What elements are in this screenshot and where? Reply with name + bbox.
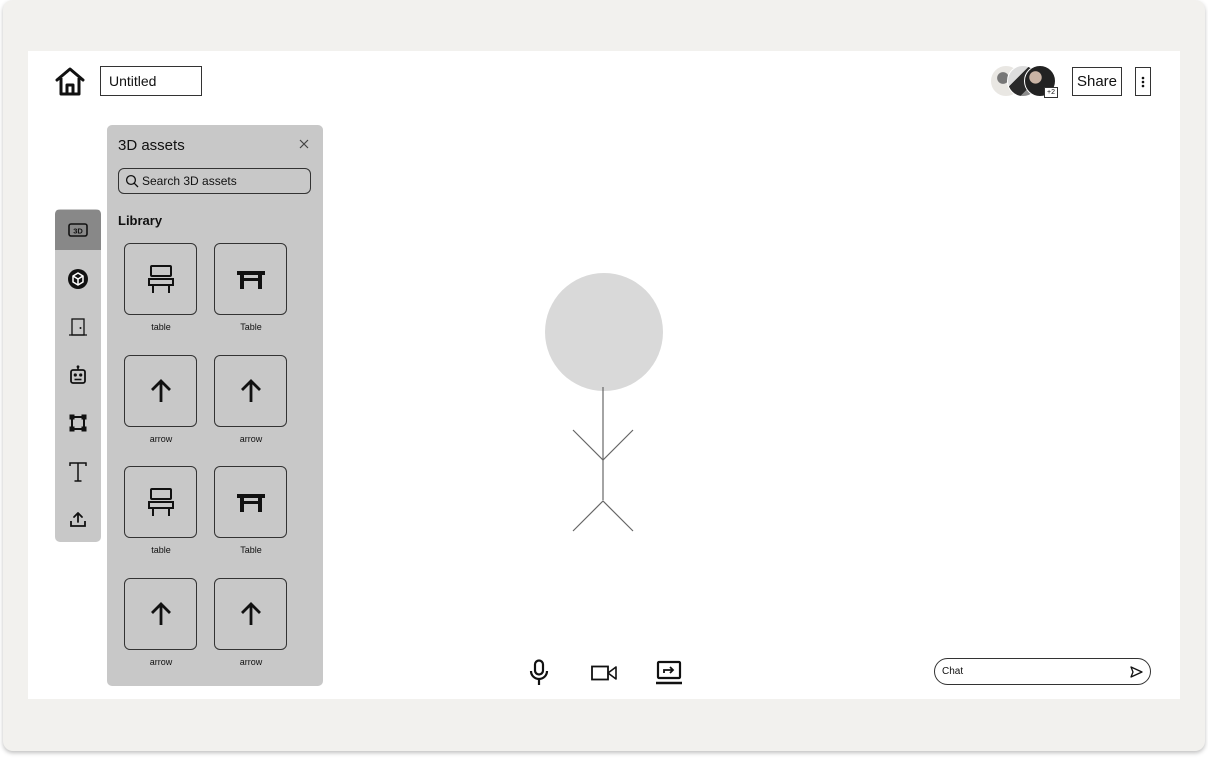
asset-thumbnail [214,355,287,427]
toolbar-robot[interactable] [55,355,101,395]
asset-thumbnail [214,578,287,650]
shape-icon [69,414,87,432]
asset-card[interactable]: table [124,466,198,555]
arrow-up-icon [150,602,171,625]
toolbar-door[interactable] [55,307,101,347]
asset-thumbnail [124,466,197,538]
asset-name: table [151,545,171,555]
arrow-up-icon [240,602,261,625]
3d-label: 3D [73,226,83,235]
toolbar-objects[interactable] [55,259,101,299]
asset-thumbnail [214,466,287,538]
search-icon [125,174,139,188]
asset-search [118,168,311,194]
video-camera-icon[interactable] [590,664,618,687]
more-options-button[interactable] [1135,67,1151,96]
asset-card[interactable]: Table [214,243,288,332]
asset-thumbnail [124,243,197,315]
asset-thumbnail [124,578,197,650]
send-icon[interactable] [1129,665,1143,679]
asset-card[interactable]: Table [214,466,288,555]
stick-figure-object[interactable] [540,270,670,540]
3d-assets-panel: 3D assets Library table [107,125,323,686]
home-icon[interactable] [53,66,87,98]
3d-assets-icon: 3D [68,223,88,237]
toolbar-upload[interactable] [55,499,101,539]
screen-share-icon[interactable] [655,660,683,691]
table-icon [236,494,265,512]
microphone-icon[interactable] [529,659,549,691]
asset-thumbnail [124,355,197,427]
arrow-up-icon [150,379,171,402]
figure-head [545,273,663,391]
asset-name: Table [240,545,262,555]
figure-legs [572,500,634,532]
left-toolbar: 3D [55,209,101,542]
cube-icon [68,269,88,289]
close-icon[interactable] [297,137,311,151]
asset-card[interactable]: arrow [124,355,198,444]
chat-box [934,658,1151,685]
search-input[interactable] [142,171,306,191]
toolbar-shape[interactable] [55,403,101,443]
asset-name: table [151,322,171,332]
asset-card[interactable]: arrow [214,578,288,667]
upload-icon [70,512,86,527]
asset-thumbnail [214,243,287,315]
asset-card[interactable]: arrow [214,355,288,444]
asset-card[interactable]: table [124,243,198,332]
library-section-label: Library [118,213,163,228]
asset-name: arrow [239,434,263,444]
robot-icon [70,365,86,384]
chat-input[interactable] [942,662,1122,681]
collaborator-count-badge: +2 [1044,87,1058,98]
toolbar-text[interactable] [55,452,101,492]
collaborator-avatars[interactable]: +2 [990,65,1060,98]
more-vertical-icon [1141,76,1145,87]
asset-name: arrow [239,657,263,667]
door-icon [69,318,87,336]
arrow-up-icon [240,379,261,402]
text-icon [69,462,87,482]
asset-name: Table [240,322,262,332]
toolbar-3d-assets[interactable]: 3D [55,210,101,250]
share-button[interactable]: Share [1072,67,1122,96]
chair-icon [147,265,174,293]
document-title-input[interactable] [100,66,202,96]
chair-icon [147,488,174,516]
table-icon [236,271,265,289]
panel-title: 3D assets [118,137,185,154]
asset-name: arrow [149,434,173,444]
asset-name: arrow [149,657,173,667]
asset-card[interactable]: arrow [124,578,198,667]
